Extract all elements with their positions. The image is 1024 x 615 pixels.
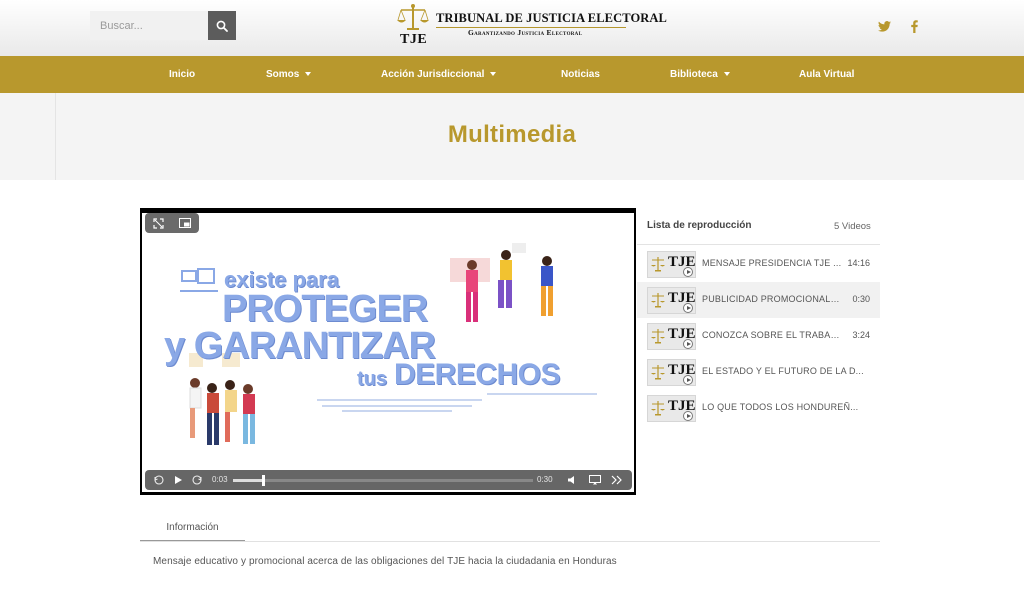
video-thumbnail: TJE — [647, 359, 696, 386]
nav-label: Acción Jurisdiccional — [381, 69, 485, 80]
play-circle-icon — [683, 411, 693, 421]
playlist-item-title: EL ESTADO Y EL FUTURO DE LA D... — [702, 366, 864, 376]
logo-acronym: TJE — [400, 32, 428, 47]
facebook-link[interactable] — [906, 18, 922, 34]
video-frame[interactable]: existe para PROTEGER y GARANTIZAR tus DE… — [142, 213, 634, 492]
nav-label: Biblioteca — [670, 69, 718, 80]
current-time: 0:03 — [212, 475, 228, 484]
playlist-item-title: CONOZCA SOBRE EL TRABAJ... — [702, 330, 842, 340]
nav-item-aula-virtual[interactable]: Aula Virtual — [799, 56, 854, 93]
tab-divider — [140, 541, 880, 542]
tje-logo[interactable]: TJE TRIBUNAL DE JUSTICIA ELECTORAL Garan… — [396, 2, 667, 52]
playlist-item-duration: 0:30 — [852, 294, 870, 304]
nav-item-somos[interactable]: Somos — [266, 56, 312, 93]
playlist-item-title: LO QUE TODOS LOS HONDUREÑ... — [702, 402, 859, 412]
fullscreen-icon[interactable] — [153, 217, 164, 229]
progress-bar[interactable] — [233, 475, 533, 486]
playlist-item-duration: 3:24 — [852, 330, 870, 340]
nav-item-noticias[interactable]: Noticias — [561, 56, 600, 93]
playlist-item[interactable]: TJE LO QUE TODOS LOS HONDUREÑ... — [637, 390, 880, 426]
progress-knob[interactable] — [262, 475, 265, 486]
search-button[interactable] — [208, 11, 236, 40]
volume-icon[interactable] — [567, 475, 577, 485]
main-nav: Inicio Somos Acción Jurisdiccional Notic… — [0, 56, 1024, 93]
search-icon — [216, 20, 228, 32]
tab-informacion[interactable]: Información — [140, 514, 245, 542]
caret-down-icon — [723, 72, 730, 76]
playlist-item-title: MENSAJE PRESIDENCIA TJE ... — [702, 258, 842, 268]
scales-of-justice-icon — [651, 365, 665, 380]
scales-of-justice-icon — [651, 257, 665, 272]
video-thumbnail: TJE — [647, 323, 696, 350]
playlist-item[interactable]: TJE MENSAJE PRESIDENCIA TJE ... 14:16 — [637, 246, 880, 282]
player-control-bar: 0:03 0:30 — [145, 470, 632, 490]
twitter-icon — [877, 20, 891, 32]
video-thumbnail: TJE — [647, 395, 696, 422]
playlist-divider — [637, 244, 880, 245]
video-caption-line4b: DERECHOS — [394, 358, 561, 391]
playlist-item[interactable]: TJE CONOZCA SOBRE EL TRABAJ... 3:24 — [637, 318, 880, 354]
nav-label: Aula Virtual — [799, 69, 855, 80]
playlist-item-duration: 14:16 — [847, 258, 870, 268]
facebook-icon — [910, 19, 918, 33]
play-icon[interactable] — [174, 475, 183, 485]
next-chevrons-icon[interactable] — [611, 475, 622, 485]
page-title: Multimedia — [447, 121, 577, 148]
play-circle-icon — [683, 339, 693, 349]
progress-fill — [233, 479, 263, 482]
caret-down-icon — [305, 72, 312, 76]
duration-time: 0:30 — [537, 475, 553, 484]
video-caption-line4a: tus — [357, 368, 387, 390]
caret-down-icon — [490, 72, 497, 76]
video-player[interactable]: existe para PROTEGER y GARANTIZAR tus DE… — [140, 208, 636, 495]
forward-10-icon[interactable] — [192, 475, 202, 485]
scales-of-justice-icon — [651, 401, 665, 416]
playlist-item[interactable]: TJE EL ESTADO Y EL FUTURO DE LA D... — [637, 354, 880, 390]
logo-title: TRIBUNAL DE JUSTICIA ELECTORAL — [436, 11, 667, 25]
twitter-link[interactable] — [876, 18, 892, 34]
nav-label: Inicio — [169, 69, 196, 80]
video-description: Mensaje educativo y promocional acerca d… — [153, 556, 617, 567]
video-thumbnail: TJE — [647, 251, 696, 278]
picture-in-picture-icon[interactable] — [179, 218, 192, 228]
play-circle-icon — [683, 267, 693, 277]
player-top-controls — [145, 213, 199, 233]
logo-subtitle: Garantizando Justicia Electoral — [468, 28, 583, 37]
playlist-heading: Lista de reproducción — [647, 220, 752, 231]
search-input[interactable] — [90, 11, 208, 40]
rewind-10-icon[interactable] — [154, 475, 164, 485]
playlist-item[interactable]: TJE PUBLICIDAD PROMOCIONAL, ... 0:30 — [637, 282, 880, 318]
nav-label: Somos — [266, 69, 300, 80]
scales-of-justice-icon — [651, 293, 665, 308]
playlist-count: 5 Videos — [834, 221, 871, 232]
playlist-item-title: PUBLICIDAD PROMOCIONAL, ... — [702, 294, 842, 304]
nav-item-biblioteca[interactable]: Biblioteca — [670, 56, 730, 93]
play-circle-icon — [683, 303, 693, 313]
nav-item-inicio[interactable]: Inicio — [169, 56, 195, 93]
video-thumbnail: TJE — [647, 287, 696, 314]
play-circle-icon — [683, 375, 693, 385]
scales-of-justice-icon — [651, 329, 665, 344]
cast-icon[interactable] — [589, 475, 601, 485]
nav-item-accion-jurisdiccional[interactable]: Acción Jurisdiccional — [381, 56, 497, 93]
nav-label: Noticias — [561, 69, 600, 80]
